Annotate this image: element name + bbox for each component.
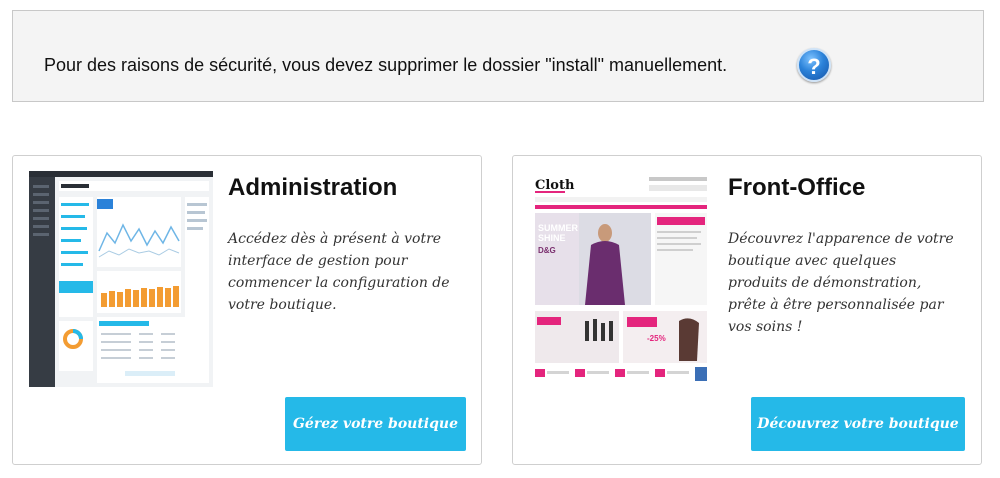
- storefront-screenshot: Cloth SUMMER SHINE D&G -25%: [529, 171, 713, 387]
- manage-shop-button[interactable]: Gérez votre boutique: [285, 397, 466, 451]
- svg-text:D&G: D&G: [538, 246, 556, 255]
- admin-dashboard-screenshot: [29, 171, 213, 387]
- svg-text:-25%: -25%: [647, 334, 666, 343]
- svg-text:Cloth: Cloth: [535, 178, 575, 193]
- question-mark-icon[interactable]: ?: [797, 48, 831, 82]
- administration-title: Administration: [228, 174, 398, 201]
- alert-message: Pour des raisons de sécurité, vous devez…: [44, 55, 728, 75]
- svg-text:SHINE: SHINE: [538, 233, 566, 243]
- administration-description: Accédez dès à présent à votre interface …: [228, 231, 450, 313]
- front-office-card: Cloth SUMMER SHINE D&G -25% Front-Office…: [512, 155, 982, 465]
- security-alert: Pour des raisons de sécurité, vous devez…: [12, 10, 984, 102]
- discover-shop-button[interactable]: Découvrez votre boutique: [751, 397, 965, 451]
- svg-text:SUMMER: SUMMER: [538, 223, 578, 233]
- front-office-description: Découvrez l'apparence de votre boutique …: [728, 231, 954, 335]
- administration-card: Administration Accédez dès à présent à v…: [12, 155, 482, 465]
- front-office-title: Front-Office: [728, 174, 866, 201]
